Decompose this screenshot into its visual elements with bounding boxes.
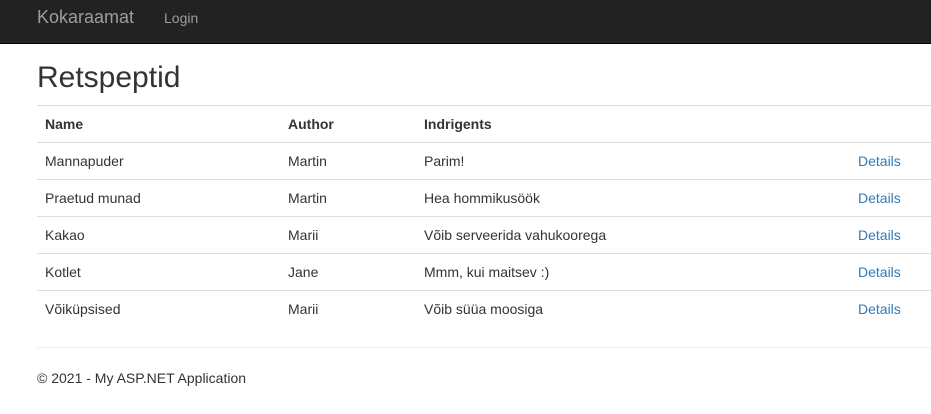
cell-name: Kotlet — [37, 253, 280, 291]
cell-ingredients: Parim! — [416, 142, 850, 180]
table-header-row: Name Author Indrigents — [37, 105, 931, 143]
cell-ingredients: Võib serveerida vahukoorega — [416, 216, 850, 254]
details-link[interactable]: Details — [858, 227, 901, 243]
footer-copyright: © 2021 - My ASP.NET Application — [37, 370, 247, 386]
column-header-ingredients: Indrigents — [416, 105, 850, 143]
table-row: Kakao Marii Võib serveerida vahukoorega … — [37, 216, 931, 254]
page-title: Retspeptid — [37, 61, 181, 94]
table-row: Mannapuder Martin Parim! Details — [37, 142, 931, 180]
brand-link[interactable]: Kokaraamat — [37, 7, 134, 27]
details-link[interactable]: Details — [858, 153, 901, 169]
nav-login-link[interactable]: Login — [164, 9, 198, 27]
cell-name: Mannapuder — [37, 142, 280, 180]
cell-name: Praetud munad — [37, 179, 280, 217]
cell-author: Marii — [280, 216, 416, 254]
details-link[interactable]: Details — [858, 301, 901, 317]
cell-name: Võiküpsised — [37, 290, 280, 327]
cell-action: Details — [850, 216, 931, 254]
cell-action: Details — [850, 290, 931, 327]
cell-ingredients: Hea hommikusöök — [416, 179, 850, 217]
column-header-action — [850, 105, 931, 143]
cell-action: Details — [850, 142, 931, 180]
cell-action: Details — [850, 253, 931, 291]
details-link[interactable]: Details — [858, 264, 901, 280]
cell-ingredients: Võib süüa moosiga — [416, 290, 850, 327]
cell-author: Martin — [280, 179, 416, 217]
details-link[interactable]: Details — [858, 190, 901, 206]
cell-ingredients: Mmm, kui maitsev :) — [416, 253, 850, 291]
table-row: Praetud munad Martin Hea hommikusöök Det… — [37, 179, 931, 217]
table-body: Mannapuder Martin Parim! Details Praetud… — [37, 142, 931, 327]
cell-author: Marii — [280, 290, 416, 327]
footer-divider — [37, 347, 931, 348]
cell-author: Martin — [280, 142, 416, 180]
cell-action: Details — [850, 179, 931, 217]
cell-author: Jane — [280, 253, 416, 291]
cell-name: Kakao — [37, 216, 280, 254]
column-header-author: Author — [280, 105, 416, 143]
table-row: Kotlet Jane Mmm, kui maitsev :) Details — [37, 253, 931, 291]
recipes-table: Name Author Indrigents Mannapuder Martin… — [37, 105, 931, 327]
top-navbar: Kokaraamat Login — [0, 0, 931, 44]
table-header: Name Author Indrigents — [37, 105, 931, 143]
table-row: Võiküpsised Marii Võib süüa moosiga Deta… — [37, 290, 931, 327]
column-header-name: Name — [37, 105, 280, 143]
